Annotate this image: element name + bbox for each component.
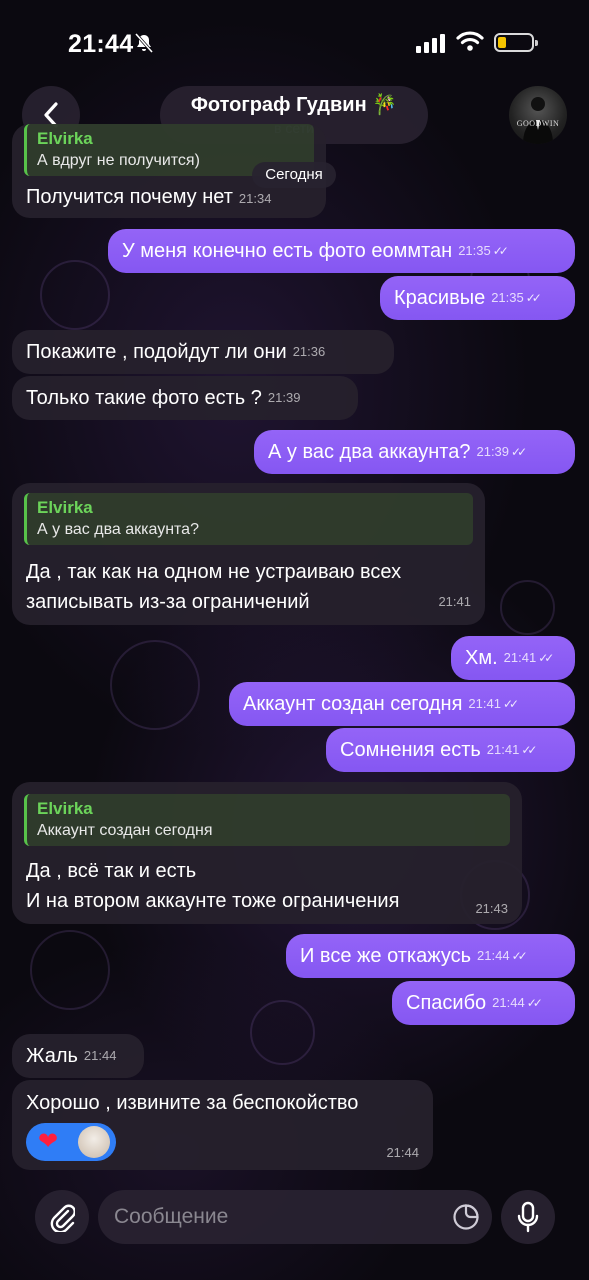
message-outgoing[interactable]: Аккаунт создан сегодня 21:41 ✓✓ <box>229 682 575 726</box>
message-text: Получится почему нет <box>26 186 233 208</box>
message-text: Красивые <box>394 287 486 309</box>
contact-avatar[interactable]: GOODWIN <box>509 86 567 144</box>
date-separator: Сегодня <box>252 162 336 188</box>
message-input-placeholder: Сообщение <box>114 1205 229 1228</box>
message-outgoing[interactable]: Сомнения есть 21:41 ✓✓ <box>326 728 575 772</box>
reply-quote[interactable]: Elvirka Аккаунт создан сегодня <box>24 794 510 846</box>
message-time: 21:39 <box>476 444 510 459</box>
message-incoming[interactable]: Elvirka А у вас два аккаунта? Да , так к… <box>12 483 485 625</box>
message-outgoing[interactable]: Хм. 21:41 ✓✓ <box>451 636 575 680</box>
message-input[interactable]: Сообщение <box>98 1190 492 1244</box>
microphone-button[interactable] <box>501 1190 555 1244</box>
message-text-line-2: записывать из-за ограничений <box>26 591 310 613</box>
double-check-icon: ✓✓ <box>502 697 519 711</box>
battery-icon <box>494 33 538 52</box>
message-text: Хм. <box>465 647 498 669</box>
message-time: 21:44 <box>492 995 525 1010</box>
double-check-icon: ✓✓ <box>525 291 542 305</box>
person-silhouette-icon <box>523 97 553 144</box>
message-time: 21:41 <box>468 696 501 711</box>
message-text: Хорошо , извините за беспокойство <box>26 1092 359 1114</box>
double-check-icon: ✓✓ <box>526 996 543 1010</box>
message-text-line-1: Да , так как на одном не устраиваю всех <box>26 561 402 583</box>
message-text: Жаль <box>26 1045 78 1067</box>
double-check-icon: ✓✓ <box>511 949 528 963</box>
bell-muted-icon <box>134 33 154 58</box>
wifi-icon <box>456 30 484 52</box>
double-check-icon: ✓✓ <box>538 651 554 665</box>
status-time: 21:44 <box>68 30 134 58</box>
message-text-line-1: Да , всё так и есть <box>26 860 197 882</box>
message-text: Сомнения есть <box>340 739 481 761</box>
message-time: 21:36 <box>292 344 326 359</box>
message-incoming[interactable]: Elvirka Аккаунт создан сегодня Да , всё … <box>12 782 522 924</box>
message-time: 21:44 <box>386 1145 419 1160</box>
reply-text: Аккаунт создан сегодня <box>37 822 213 839</box>
message-text: Покажите , подойдут ли они <box>26 341 287 363</box>
message-incoming[interactable]: Только такие фото есть ? 21:39 <box>12 376 358 420</box>
heart-icon: ❤ <box>38 1128 59 1155</box>
reply-quote[interactable]: Elvirka А у вас два аккаунта? <box>24 493 473 545</box>
message-text: И все же откажусь <box>300 945 472 967</box>
message-outgoing[interactable]: Красивые 21:35 ✓✓ <box>380 276 575 320</box>
message-time: 21:39 <box>267 390 301 405</box>
paperclip-icon <box>50 1204 75 1232</box>
attach-button[interactable] <box>35 1190 89 1244</box>
cellular-signal-icon <box>416 33 448 53</box>
status-bar: 21:44 <box>0 0 589 88</box>
avatar-logo-text: GOODWIN <box>516 119 560 128</box>
message-outgoing[interactable]: А у вас два аккаунта? 21:39 ✓✓ <box>254 430 575 474</box>
message-incoming[interactable]: Покажите , подойдут ли они 21:36 <box>12 330 394 374</box>
message-time: 21:44 <box>83 1048 117 1063</box>
sticker-icon[interactable] <box>452 1203 480 1231</box>
message-text: Только такие фото есть ? <box>26 387 262 409</box>
message-outgoing[interactable]: Спасибо 21:44 ✓✓ <box>392 981 575 1025</box>
chat-title: Фотограф Гудвин 🎋 <box>190 94 398 116</box>
message-time: 21:43 <box>475 901 508 916</box>
message-text: А у вас два аккаунта? <box>268 441 471 463</box>
double-check-icon: ✓✓ <box>511 445 527 459</box>
message-time: 21:34 <box>238 191 272 206</box>
reply-author: Elvirka <box>37 799 93 818</box>
message-outgoing[interactable]: И все же откажусь 21:44 ✓✓ <box>286 934 575 978</box>
message-outgoing[interactable]: У меня конечно есть фото еоммтан 21:35 ✓✓ <box>108 229 575 273</box>
message-time: 21:35 <box>458 243 491 258</box>
message-time: 21:44 <box>477 948 510 963</box>
reply-author: Elvirka <box>37 129 93 148</box>
message-text: Аккаунт создан сегодня <box>243 693 463 715</box>
microphone-icon <box>517 1201 539 1233</box>
double-check-icon: ✓✓ <box>492 244 509 258</box>
message-time: 21:41 <box>438 594 471 609</box>
message-text-line-2: И на втором аккаунте тоже ограничения <box>26 890 400 912</box>
message-text: У меня конечно есть фото еоммтан <box>122 240 453 262</box>
reaction-chip[interactable]: ❤ <box>26 1123 116 1161</box>
message-time: 21:41 <box>503 650 537 665</box>
message-text: Спасибо <box>406 992 487 1014</box>
message-time: 21:35 <box>491 290 524 305</box>
double-check-icon: ✓✓ <box>521 743 537 757</box>
message-time: 21:41 <box>486 742 520 757</box>
reply-text: А у вас два аккаунта? <box>37 521 199 538</box>
message-incoming[interactable]: Жаль 21:44 <box>12 1034 144 1078</box>
reactor-avatar <box>78 1126 110 1158</box>
reply-author: Elvirka <box>37 498 93 517</box>
